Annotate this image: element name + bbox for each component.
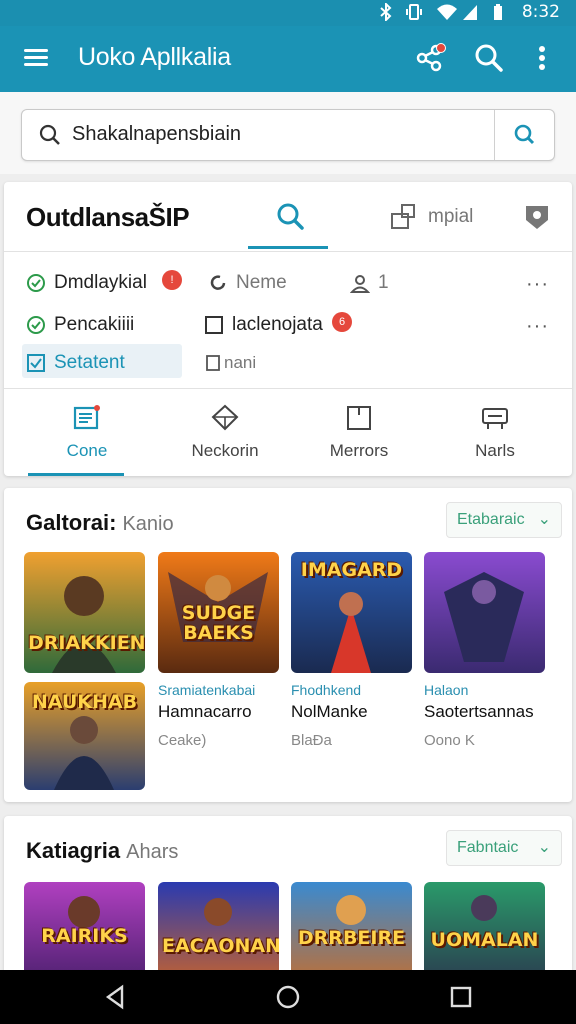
checked-box-icon [27, 354, 45, 372]
thumbnail-title: EACAONAN [162, 935, 279, 957]
thumbnail-title: NAUKHAB [31, 691, 138, 713]
shield-icon[interactable] [522, 202, 552, 232]
thumbnail-title: RAIRIKS [41, 925, 128, 947]
game-thumbnail[interactable]: DRIAKKIEN [24, 552, 145, 673]
nav-label: Cone [66, 441, 108, 460]
option-label: 1 [378, 272, 389, 293]
thumbnail-title: IMAGARD [300, 559, 403, 581]
clock: 8:32 [521, 2, 560, 22]
thumbnail-title: UOMALAN [430, 929, 539, 951]
bluetooth-icon [380, 3, 392, 21]
check-circle-icon [27, 316, 45, 334]
card-icon [482, 408, 508, 429]
nav-label: Narls [475, 441, 515, 460]
thumbnail-title: DRRBEIRE [297, 927, 406, 949]
screen: 8:32 Uoko Apllkalia Shakalnapensbiain Ou… [0, 0, 576, 1024]
layout-icon[interactable] [390, 202, 426, 232]
nav-item-cone[interactable]: Cone [16, 389, 158, 477]
more-vert-icon[interactable] [524, 40, 560, 76]
option-label: nani [224, 353, 257, 372]
game-thumbnail[interactable]: SUDGE BAEKS [158, 552, 279, 673]
option-badge: 6 [332, 312, 352, 332]
app-title: Uoko Apllkalia [78, 43, 231, 71]
checkbox-icon [206, 355, 220, 371]
battery-icon [494, 4, 502, 20]
diamond-icon [211, 404, 239, 431]
search-icon[interactable] [470, 40, 506, 76]
frame-icon [347, 406, 371, 430]
game-thumbnail[interactable]: IMAGARD [291, 552, 412, 673]
checkbox-icon [205, 316, 223, 334]
list-icon [73, 405, 100, 430]
option-label: laclenojata [232, 314, 323, 335]
game-thumbnail[interactable]: NAUKHAB [24, 682, 145, 790]
status-bar: 8:32 [0, 0, 576, 26]
search-icon [514, 124, 535, 145]
system-navigation-bar [0, 970, 576, 1024]
thumbnail-title: DRIAKKIEN [28, 632, 145, 654]
game-card[interactable]: Sramiatenkabai Hamnacarro Ceake) [158, 682, 288, 749]
more-horiz-icon[interactable]: ··· [526, 316, 550, 340]
app-bar: Uoko Apllkalia [0, 26, 576, 92]
vibrate-icon [406, 4, 422, 20]
game-name: Saotertsannas [424, 702, 534, 721]
search-input[interactable]: Shakalnapensbiain [21, 109, 555, 161]
chevron-down-icon: ⌄ [537, 511, 551, 528]
refresh-icon [210, 275, 226, 290]
notification-dot [436, 43, 446, 53]
section-title: Galtorai: Kanio [26, 510, 174, 535]
filter-title: OutdlansaŠIP [26, 202, 190, 232]
more-horiz-icon[interactable]: ··· [526, 274, 550, 298]
search-value: Shakalnapensbiain [72, 123, 242, 145]
nav-label: Merrors [329, 441, 389, 460]
nav-item-merrors[interactable]: Merrors [288, 389, 430, 477]
game-category: Sramiatenkabai [158, 682, 256, 698]
option-label: Neme [236, 272, 287, 293]
game-meta: BlaÐa [291, 732, 332, 749]
search-tab-icon[interactable] [274, 200, 306, 232]
option-badge: ! [162, 270, 182, 290]
section-galtorai: Galtorai: Kanio Etabaraic ⌄ DRIAKKIEN SUDG… [4, 488, 572, 802]
game-category: Halaon [424, 682, 469, 698]
nav-active-indicator [28, 473, 124, 476]
sort-dropdown[interactable]: Etabaraic ⌄ [446, 502, 562, 538]
sort-dropdown[interactable]: Fabntaic ⌄ [446, 830, 562, 866]
search-button[interactable] [494, 110, 554, 160]
user-icon [350, 275, 370, 293]
tab-label[interactable]: mpial [428, 206, 473, 228]
nav-item-narls[interactable]: Narls [424, 389, 566, 477]
recents-icon[interactable] [448, 984, 474, 1010]
game-card[interactable]: Halaon Saotertsannas Oono K [424, 682, 554, 749]
filter-tabs: OutdlansaŠIP mpial [4, 182, 572, 252]
thumbnail-title: SUDGE BAEKS [181, 602, 256, 644]
chevron-down-icon: ⌄ [537, 839, 551, 856]
option-label: Dmdlaykial [54, 272, 147, 293]
nav-item-neckorin[interactable]: Neckorin [154, 389, 296, 477]
option-label: Setatent [54, 352, 125, 373]
game-meta: Ceake) [158, 732, 207, 749]
wifi-icon [437, 4, 457, 20]
tab-underline [248, 246, 328, 249]
filter-card: OutdlansaŠIP mpial Dmdlaykial ! Neme 1 ·… [4, 182, 572, 476]
game-category: Fhodhkend [291, 682, 362, 698]
menu-icon[interactable] [24, 46, 48, 70]
search-area: Shakalnapensbiain [0, 92, 576, 174]
category-nav: Cone Neckorin Merrors Narls [4, 388, 572, 476]
back-icon[interactable] [102, 984, 128, 1010]
signal-icon [463, 5, 477, 20]
nav-label: Neckorin [191, 441, 259, 460]
search-icon [39, 124, 60, 145]
check-circle-icon [27, 274, 45, 292]
game-card[interactable]: Fhodhkend NolManke BlaÐa [291, 682, 421, 749]
game-name: NolManke [291, 702, 368, 721]
option-label: Pencakiiii [54, 314, 135, 335]
game-thumbnail[interactable] [424, 552, 545, 673]
home-icon[interactable] [275, 984, 301, 1010]
section-title: Katiagria Ahars [26, 838, 179, 863]
game-name: Hamnacarro [158, 702, 252, 721]
game-meta: Oono K [424, 732, 475, 749]
share-icon[interactable] [412, 40, 448, 76]
